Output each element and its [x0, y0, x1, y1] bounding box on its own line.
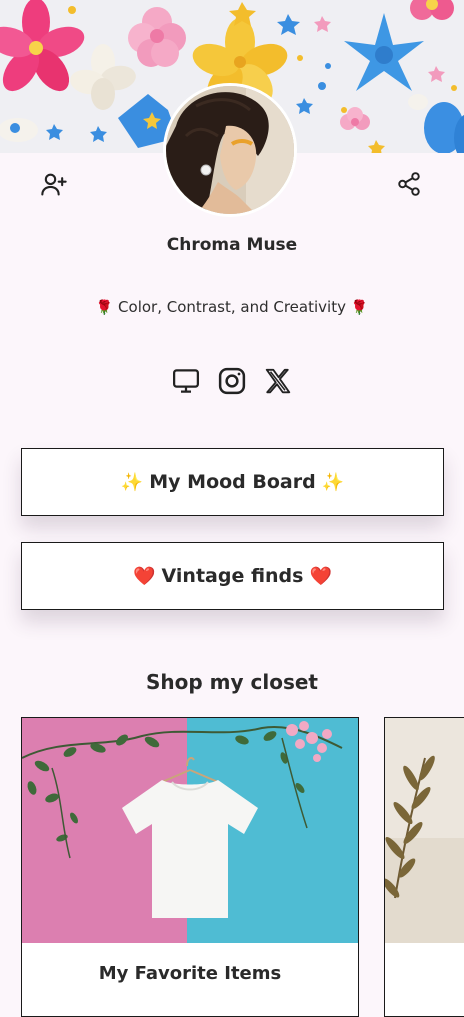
x-icon: [263, 366, 293, 401]
social-links: [0, 367, 464, 399]
heart-emoji: ❤️: [133, 565, 156, 587]
avatar: [163, 83, 297, 217]
add-user-icon: [40, 170, 68, 203]
heart-emoji: ❤️: [309, 565, 332, 587]
mood-board-link[interactable]: ✨ My Mood Board ✨: [21, 448, 444, 516]
product-image: [385, 718, 464, 943]
monitor-icon: [171, 366, 201, 401]
rose-emoji: 🌹: [350, 300, 369, 316]
profile-name: Chroma Muse: [166, 235, 298, 255]
product-image: [22, 718, 358, 943]
website-link[interactable]: [170, 367, 202, 399]
follow-button[interactable]: [38, 170, 70, 202]
rose-emoji: 🌹: [95, 300, 114, 316]
x-link[interactable]: [262, 367, 294, 399]
instagram-icon: [217, 366, 247, 401]
sparkles-emoji: ✨: [321, 471, 345, 493]
card-title: My Favorite Items: [98, 963, 282, 984]
shop-card[interactable]: My Favorite Items: [21, 717, 359, 1017]
profile-bio: 🌹 Color, Contrast, and Creativity 🌹: [0, 298, 464, 316]
link-label: Vintage finds: [161, 565, 304, 587]
instagram-link[interactable]: [216, 367, 248, 399]
vintage-finds-link[interactable]: ❤️ Vintage finds ❤️: [21, 542, 444, 610]
sparkles-emoji: ✨: [120, 471, 144, 493]
share-icon: [396, 171, 422, 202]
bio-text: Color, Contrast, and Creativity: [118, 298, 346, 316]
shop-card[interactable]: [384, 717, 464, 1017]
link-label: My Mood Board: [149, 471, 316, 493]
share-button[interactable]: [393, 170, 425, 202]
shop-section-title: Shop my closet: [146, 670, 318, 694]
